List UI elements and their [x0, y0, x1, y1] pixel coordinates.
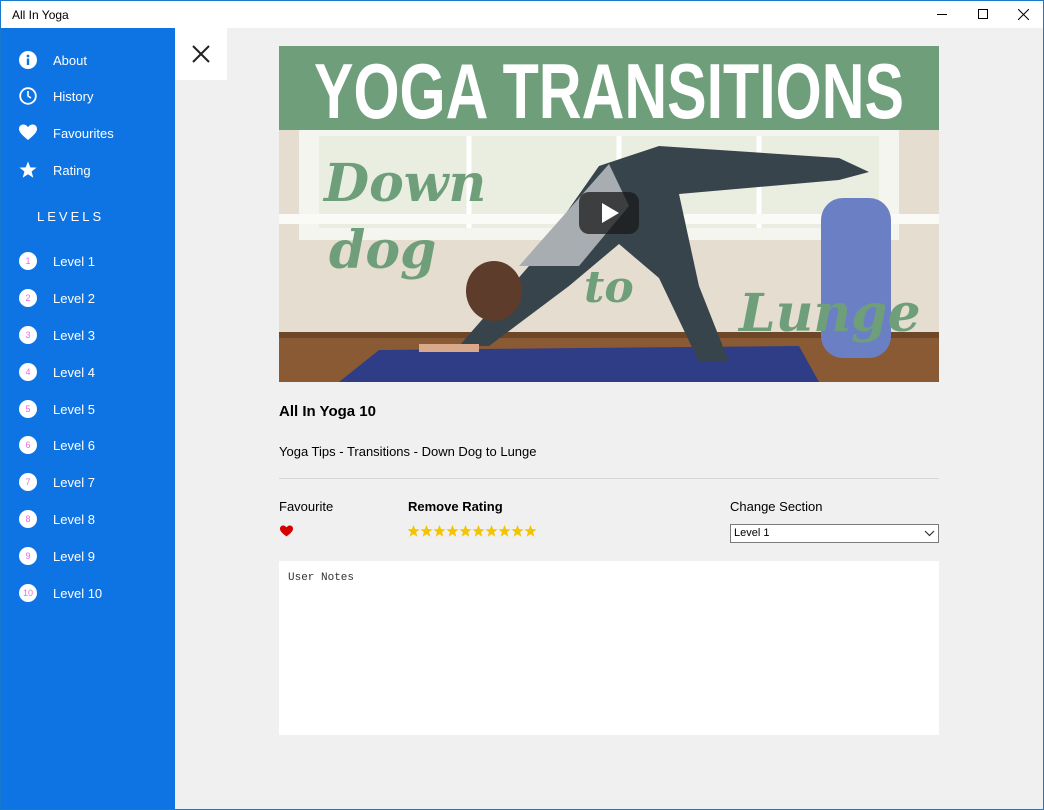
rating-stars[interactable] — [407, 524, 537, 539]
level-number-icon: 7 — [19, 473, 37, 491]
sidebar-item-level-5[interactable]: 5 Level 5 — [1, 392, 175, 426]
chevron-down-icon — [924, 530, 935, 537]
remove-rating-button[interactable]: Remove Rating — [408, 499, 503, 514]
section-select[interactable]: Level 1 — [730, 524, 939, 543]
sidebar-item-level-10[interactable]: 10 Level 10 — [1, 576, 175, 610]
heart-icon — [19, 124, 37, 140]
video-overlay-word: to — [584, 262, 634, 313]
minimize-button[interactable] — [923, 1, 962, 28]
level-number-icon: 8 — [19, 510, 37, 528]
close-icon — [1018, 9, 1029, 20]
sidebar-item-level-6[interactable]: 6 Level 6 — [1, 428, 175, 462]
level-number-icon: 3 — [19, 326, 37, 344]
star-icon[interactable] — [446, 524, 459, 538]
sidebar-item-rating[interactable]: Rating — [1, 153, 175, 187]
sidebar-item-level-8[interactable]: 8 Level 8 — [1, 502, 175, 536]
level-number-icon: 4 — [19, 363, 37, 381]
sidebar-item-level-7[interactable]: 7 Level 7 — [1, 465, 175, 499]
app-title: All In Yoga — [12, 8, 69, 22]
video-title: All In Yoga 10 — [279, 403, 376, 420]
sidebar-item-label: Level 8 — [53, 512, 95, 527]
video-overlay-word: dog — [329, 220, 436, 281]
sidebar-item-label: Level 6 — [53, 438, 95, 453]
sidebar-item-label: History — [53, 89, 94, 104]
sidebar-item-label: Level 9 — [53, 549, 95, 564]
user-notes-textarea[interactable]: User Notes — [279, 561, 939, 735]
sidebar-item-label: Level 7 — [53, 475, 95, 490]
level-number-icon: 6 — [19, 436, 37, 454]
title-bar: All In Yoga — [1, 1, 1043, 28]
maximize-button[interactable] — [964, 1, 1003, 28]
sidebar-item-label: About — [53, 53, 87, 68]
sidebar-item-label: Level 1 — [53, 254, 95, 269]
sidebar-item-level-9[interactable]: 9 Level 9 — [1, 539, 175, 573]
video-overlay-word: Lunge — [737, 283, 921, 344]
favourite-heart-icon[interactable] — [280, 525, 293, 537]
level-number-icon: 2 — [19, 289, 37, 307]
star-icon[interactable] — [485, 524, 498, 538]
video-banner-text: YOGA TRANSITIONS — [314, 47, 904, 135]
sidebar-item-label: Favourites — [53, 126, 114, 141]
star-icon[interactable] — [511, 524, 524, 538]
close-icon — [192, 45, 210, 63]
sidebar-item-label: Level 10 — [53, 586, 103, 601]
info-icon — [19, 51, 37, 69]
levels-heading: LEVELS — [37, 209, 105, 224]
app-window: All In Yoga About History Favourites Rat… — [0, 0, 1044, 810]
clock-icon — [19, 87, 37, 105]
sidebar-item-history[interactable]: History — [1, 79, 175, 113]
minimize-icon — [937, 14, 947, 15]
maximize-icon — [978, 9, 988, 19]
video-thumbnail: YOGA TRANSITIONS Down dog to Lunge — [279, 46, 939, 382]
level-number-icon: 5 — [19, 400, 37, 418]
sidebar-item-level-2[interactable]: 2 Level 2 — [1, 281, 175, 315]
sidebar-item-about[interactable]: About — [1, 43, 175, 77]
sidebar-item-level-4[interactable]: 4 Level 4 — [1, 355, 175, 389]
close-window-button[interactable] — [1004, 1, 1043, 28]
section-select-value: Level 1 — [734, 527, 770, 539]
sidebar-item-label: Level 2 — [53, 291, 95, 306]
favourite-label: Favourite — [279, 499, 334, 514]
level-number-icon: 1 — [19, 252, 37, 270]
level-number-icon: 10 — [19, 584, 37, 602]
sidebar-item-favourites[interactable]: Favourites — [1, 116, 175, 150]
star-icon[interactable] — [472, 524, 485, 538]
user-notes-placeholder: User Notes — [288, 572, 355, 584]
star-icon[interactable] — [420, 524, 433, 538]
star-icon[interactable] — [407, 524, 420, 538]
change-section-label: Change Section — [730, 499, 823, 514]
divider — [279, 478, 939, 479]
star-icon[interactable] — [433, 524, 446, 538]
sidebar-item-level-1[interactable]: 1 Level 1 — [1, 244, 175, 278]
play-button[interactable] — [579, 192, 639, 234]
sidebar-item-label: Level 4 — [53, 365, 95, 380]
sidebar-item-label: Level 5 — [53, 402, 95, 417]
star-icon[interactable] — [498, 524, 511, 538]
close-pane-button[interactable] — [175, 28, 227, 80]
sidebar-item-label: Level 3 — [53, 328, 95, 343]
video-player[interactable]: YOGA TRANSITIONS Down dog to Lunge — [279, 46, 939, 382]
sidebar-item-level-3[interactable]: 3 Level 3 — [1, 318, 175, 352]
star-icon[interactable] — [524, 524, 537, 538]
level-number-icon: 9 — [19, 547, 37, 565]
video-overlay-word: Down — [322, 153, 486, 214]
video-description: Yoga Tips - Transitions - Down Dog to Lu… — [279, 444, 537, 459]
star-icon — [19, 161, 37, 178]
sidebar: About History Favourites Rating LEVELS 1… — [1, 28, 175, 809]
star-icon[interactable] — [459, 524, 472, 538]
sidebar-item-label: Rating — [53, 163, 91, 178]
